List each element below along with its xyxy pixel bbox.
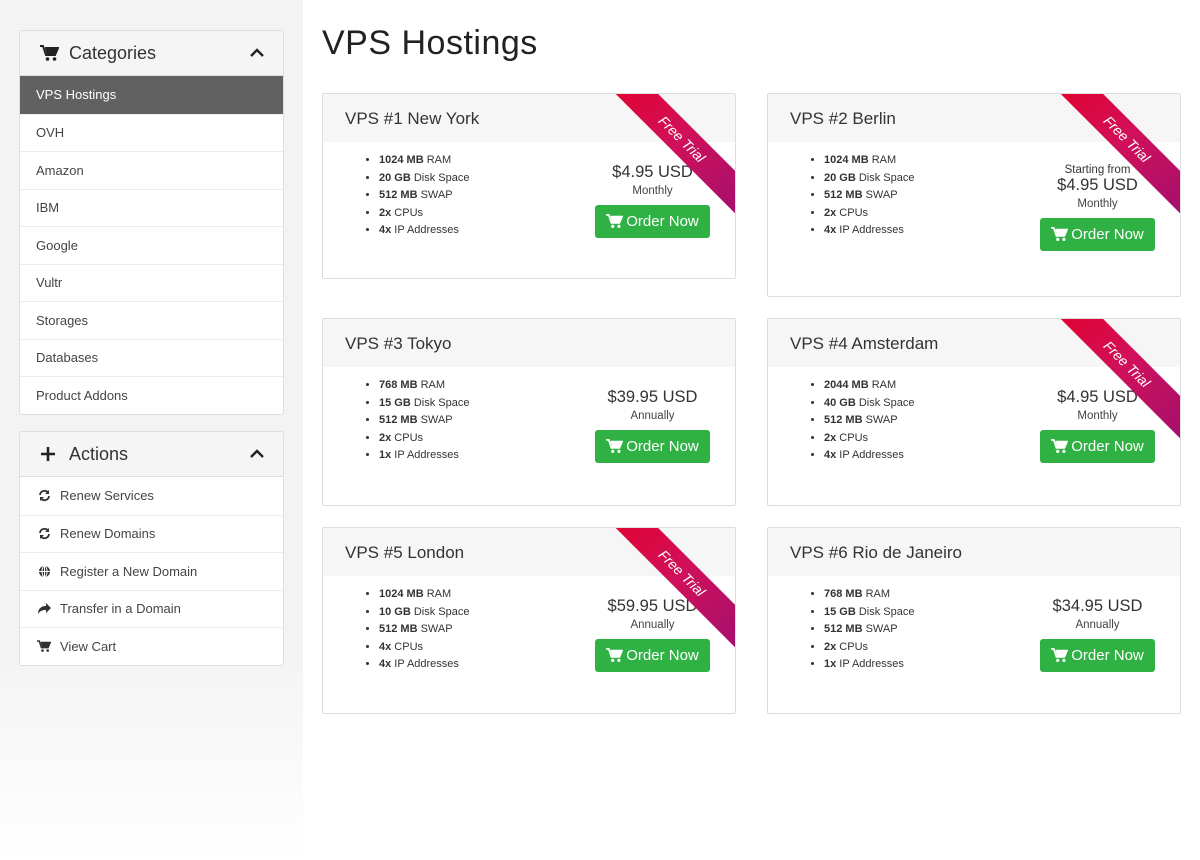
billing-cycle: Monthly xyxy=(632,185,673,197)
product-name: VPS #4 Amsterdam xyxy=(768,319,1180,367)
billing-cycle: Annually xyxy=(630,410,675,422)
action-renew-services[interactable]: Renew Services xyxy=(20,477,283,515)
product-card: VPS #5 London 1024 MB RAM 10 GB Disk Spa… xyxy=(322,527,736,714)
refresh-icon xyxy=(37,489,51,503)
starting-from-label: Starting from xyxy=(1064,164,1131,176)
category-item-databases[interactable]: Databases xyxy=(20,338,283,377)
refresh-icon xyxy=(37,527,51,541)
action-label: Renew Services xyxy=(60,488,154,504)
product-name: VPS #5 London xyxy=(323,528,735,576)
category-item-product-addons[interactable]: Product Addons xyxy=(20,376,283,414)
product-price: $59.95 USD xyxy=(607,597,698,615)
price-box: $39.95 USD Annually Order Now xyxy=(595,388,710,463)
category-item-google[interactable]: Google xyxy=(20,226,283,264)
order-now-button[interactable]: Order Now xyxy=(595,430,710,463)
cart-icon xyxy=(606,648,624,663)
order-now-button[interactable]: Order Now xyxy=(1040,218,1155,251)
actions-title: Actions xyxy=(69,443,129,464)
order-now-label: Order Now xyxy=(1071,647,1144,664)
action-list: Renew Services Renew Domains Register a … xyxy=(20,477,283,665)
product-card: VPS #6 Rio de Janeiro 768 MB RAM 15 GB D… xyxy=(767,527,1181,714)
plus-icon xyxy=(40,445,60,463)
product-price: $4.95 USD xyxy=(612,163,693,181)
billing-cycle: Monthly xyxy=(1077,198,1118,210)
category-item-amazon[interactable]: Amazon xyxy=(20,151,283,189)
category-item-vultr[interactable]: Vultr xyxy=(20,263,283,302)
cart-icon xyxy=(606,214,624,229)
category-item-vps-hostings[interactable]: VPS Hostings xyxy=(20,76,283,114)
categories-panel: Categories VPS Hostings OVH Amazon IBM G… xyxy=(19,30,284,415)
action-register-domain[interactable]: Register a New Domain xyxy=(20,552,283,590)
action-transfer-domain[interactable]: Transfer in a Domain xyxy=(20,589,283,628)
actions-panel: Actions Renew Services Renew Domains Reg… xyxy=(19,431,284,666)
category-item-ovh[interactable]: OVH xyxy=(20,113,283,152)
action-label: Renew Domains xyxy=(60,526,156,542)
action-label: View Cart xyxy=(60,638,117,654)
order-now-label: Order Now xyxy=(626,213,699,230)
chevron-up-icon[interactable] xyxy=(249,47,265,59)
price-box: $4.95 USD Monthly Order Now xyxy=(1040,388,1155,463)
cart-icon xyxy=(1051,439,1069,454)
cart-icon xyxy=(606,439,624,454)
product-price: $39.95 USD xyxy=(607,388,698,406)
price-box: $59.95 USD Annually Order Now xyxy=(595,597,710,672)
chevron-up-icon[interactable] xyxy=(249,448,265,460)
categories-header[interactable]: Categories xyxy=(20,31,283,76)
category-item-ibm[interactable]: IBM xyxy=(20,188,283,227)
order-now-label: Order Now xyxy=(626,438,699,455)
action-label: Transfer in a Domain xyxy=(60,601,181,617)
page-title: VPS Hostings xyxy=(322,24,538,62)
product-name: VPS #2 Berlin xyxy=(768,94,1180,142)
order-now-button[interactable]: Order Now xyxy=(1040,639,1155,672)
product-price: $4.95 USD xyxy=(1057,388,1138,406)
price-box: $34.95 USD Annually Order Now xyxy=(1040,597,1155,672)
order-now-label: Order Now xyxy=(1071,226,1144,243)
price-box: Starting from $4.95 USD Monthly Order No… xyxy=(1040,164,1155,251)
share-arrow-icon xyxy=(37,602,51,616)
cart-icon xyxy=(40,44,60,62)
product-price: $4.95 USD xyxy=(1057,176,1138,194)
product-name: VPS #3 Tokyo xyxy=(323,319,735,367)
product-card: VPS #3 Tokyo 768 MB RAM 15 GB Disk Space… xyxy=(322,318,736,506)
billing-cycle: Annually xyxy=(1075,619,1120,631)
order-now-button[interactable]: Order Now xyxy=(595,205,710,238)
action-label: Register a New Domain xyxy=(60,563,198,579)
order-now-label: Order Now xyxy=(1071,438,1144,455)
billing-cycle: Monthly xyxy=(1077,410,1118,422)
order-now-label: Order Now xyxy=(626,647,699,664)
product-name: VPS #1 New York xyxy=(323,94,735,142)
order-now-button[interactable]: Order Now xyxy=(1040,430,1155,463)
billing-cycle: Annually xyxy=(630,619,675,631)
categories-title: Categories xyxy=(69,42,157,63)
category-list: VPS Hostings OVH Amazon IBM Google Vultr… xyxy=(20,76,283,414)
product-name: VPS #6 Rio de Janeiro xyxy=(768,528,1180,576)
product-card: VPS #4 Amsterdam 2044 MB RAM 40 GB Disk … xyxy=(767,318,1181,506)
order-now-button[interactable]: Order Now xyxy=(595,639,710,672)
cart-icon xyxy=(1051,227,1069,242)
action-view-cart[interactable]: View Cart xyxy=(20,627,283,665)
product-price: $34.95 USD xyxy=(1052,597,1143,615)
globe-icon xyxy=(37,564,51,578)
product-card: VPS #2 Berlin 1024 MB RAM 20 GB Disk Spa… xyxy=(767,93,1181,297)
product-card: VPS #1 New York 1024 MB RAM 20 GB Disk S… xyxy=(322,93,736,279)
cart-icon xyxy=(1051,648,1069,663)
price-box: $4.95 USD Monthly Order Now xyxy=(595,163,710,238)
cart-icon xyxy=(37,639,51,653)
category-item-storages[interactable]: Storages xyxy=(20,301,283,339)
actions-header[interactable]: Actions xyxy=(20,432,283,477)
action-renew-domains[interactable]: Renew Domains xyxy=(20,514,283,553)
